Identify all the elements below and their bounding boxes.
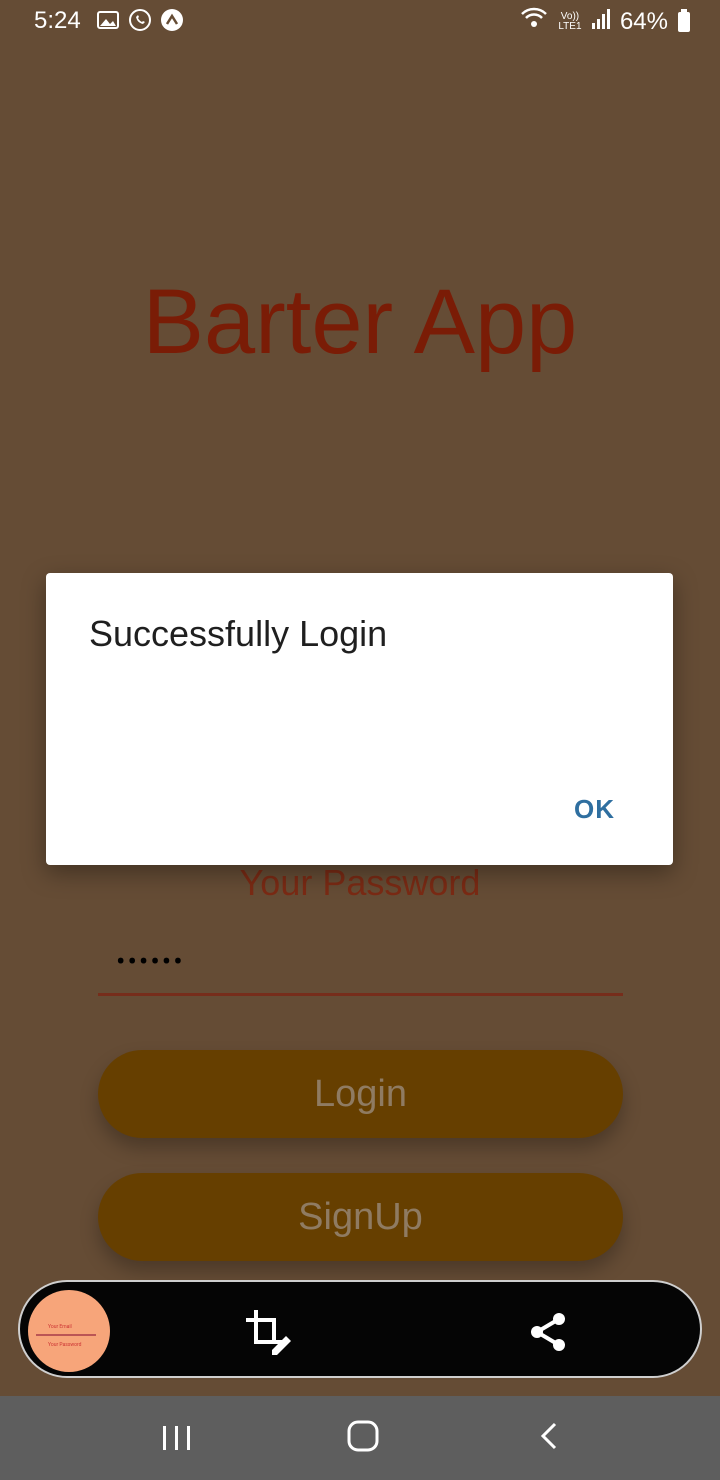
recent-apps-icon[interactable]	[159, 1420, 195, 1456]
back-icon[interactable]	[535, 1418, 565, 1454]
thumbnail-line	[36, 1334, 96, 1336]
thumbnail-text-password: Your Password	[48, 1342, 82, 1348]
thumbnail-text-email: Your Email	[48, 1324, 72, 1330]
status-time: 5:24	[34, 7, 81, 34]
password-label: Your Password	[239, 862, 481, 903]
screenshot-toolbar: Your Email Your Password	[18, 1280, 702, 1378]
status-bar: 5:24 Vo)) LTE1 64%	[0, 0, 720, 42]
notification-icons	[96, 8, 184, 32]
screenshot-thumbnail[interactable]: Your Email Your Password	[28, 1290, 110, 1372]
password-input[interactable]: ••••••	[98, 940, 623, 996]
signup-button[interactable]: SignUp	[98, 1173, 623, 1261]
ok-button[interactable]: OK	[574, 794, 615, 825]
battery-icon	[678, 8, 690, 32]
share-icon[interactable]	[527, 1310, 571, 1354]
wifi-icon	[520, 7, 548, 36]
status-right: Vo)) LTE1 64%	[520, 7, 690, 36]
whatsapp-icon	[128, 8, 152, 32]
crop-edit-icon[interactable]	[242, 1306, 294, 1358]
dialog-message: Successfully Login	[89, 613, 388, 654]
battery-percent: 64%	[619, 7, 668, 35]
signal-icon	[591, 8, 610, 36]
home-icon[interactable]	[345, 1418, 381, 1454]
login-button[interactable]: Login	[98, 1050, 623, 1138]
navigation-bar	[0, 1396, 720, 1480]
network-label: Vo)) LTE1	[558, 10, 582, 32]
gallery-icon	[96, 8, 120, 32]
alert-dialog: Successfully Login OK	[46, 573, 673, 865]
app-title: Barter App	[142, 271, 578, 373]
expo-icon	[160, 8, 184, 32]
